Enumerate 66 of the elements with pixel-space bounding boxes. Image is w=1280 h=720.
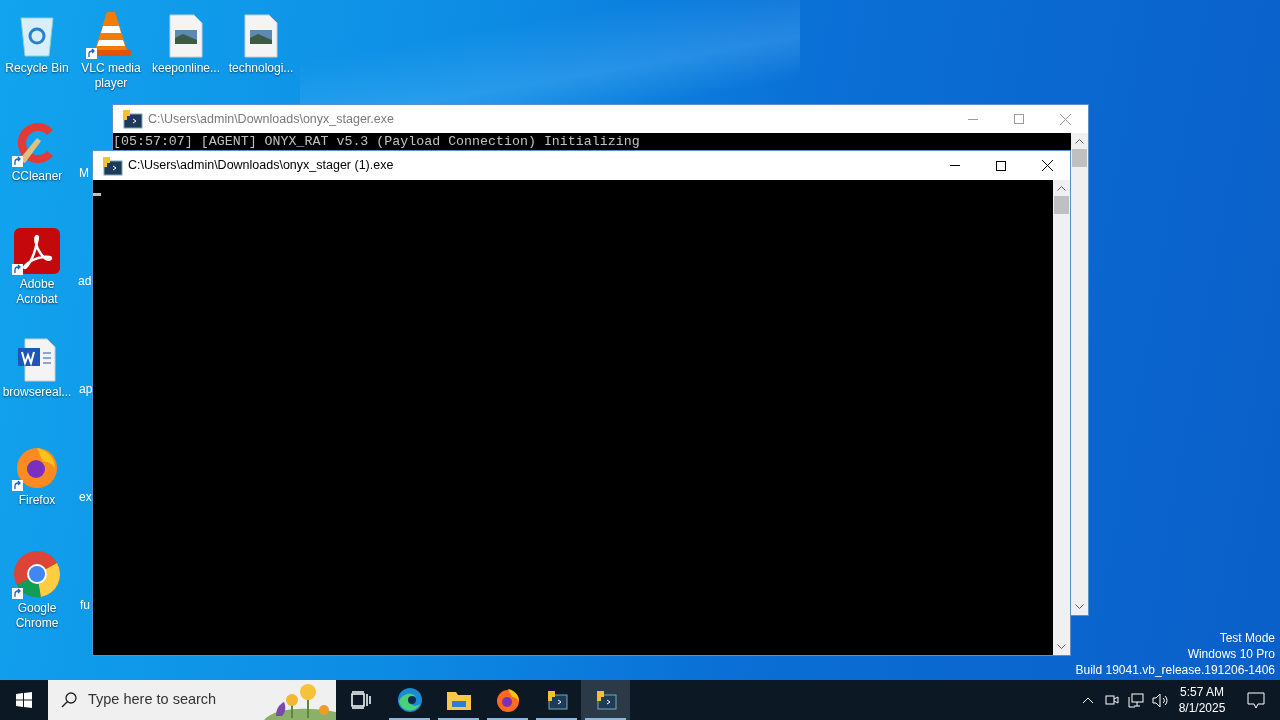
notification-icon <box>1247 691 1265 709</box>
desktop-icon-label: Adobe Acrobat <box>15 277 59 307</box>
chevron-up-icon <box>1082 696 1094 704</box>
window-title: C:\Users\admin\Downloads\onyx_stager.exe <box>148 110 394 128</box>
minimize-icon <box>950 165 960 166</box>
desktop-icon[interactable]: keeponline... <box>149 6 223 76</box>
image-file-icon <box>169 14 203 58</box>
image-file-icon <box>244 14 278 58</box>
search-icon <box>61 692 77 708</box>
camera-icon <box>1104 693 1120 707</box>
desktop-icon-label: Recycle Bin <box>4 61 70 76</box>
desktop-icon-label: ad <box>78 274 92 289</box>
speaker-icon <box>1151 692 1169 708</box>
desktop-icon-label: ex <box>79 490 92 505</box>
edge-icon <box>396 687 423 713</box>
maximize-icon <box>996 160 1006 171</box>
firefox-icon <box>494 687 521 713</box>
scroll-thumb[interactable] <box>1072 149 1087 167</box>
clock[interactable]: 5:57 AM 8/1/2025 <box>1172 680 1232 720</box>
acrobat-icon <box>14 228 60 274</box>
scroll-down-icon <box>1057 644 1066 650</box>
desktop-icon-label: CCleaner <box>10 169 64 184</box>
desktop-icon[interactable]: browsereal... <box>0 330 74 400</box>
desktop-icon[interactable]: Recycle Bin <box>0 6 74 76</box>
network-icon <box>1128 692 1144 708</box>
scroll-up-icon <box>1075 138 1084 144</box>
desktop-icon-label: Firefox <box>17 493 57 508</box>
console-app-icon <box>101 154 123 177</box>
desktop-icon[interactable]: Google Chrome <box>0 546 74 631</box>
scroll-down-icon <box>1075 604 1084 610</box>
desktop-icon-label: keeponline... <box>150 61 222 76</box>
console-app-icon <box>594 689 617 711</box>
close-icon <box>1059 113 1071 125</box>
search-placeholder: Type here to search <box>88 690 217 710</box>
desktop-icon-label: fu <box>80 598 90 613</box>
edition-text: Test Mode <box>1219 630 1275 646</box>
desktop-icon[interactable]: CCleaner <box>0 114 74 184</box>
desktop-icon-label: technologi... <box>227 61 295 76</box>
console-app-icon <box>545 689 568 711</box>
desktop-icon-label: M <box>79 166 89 181</box>
desktop-icon[interactable]: Adobe Acrobat <box>0 222 74 307</box>
edition-text: Windows 10 Pro <box>1187 646 1275 662</box>
desktop-icon-label: VLC media player <box>80 61 142 91</box>
scroll-thumb[interactable] <box>1054 196 1069 214</box>
taskbar-app-button[interactable] <box>581 680 630 720</box>
word-document-icon <box>17 338 57 382</box>
desktop-icon[interactable]: Firefox <box>0 438 74 508</box>
console-app-icon <box>121 108 143 130</box>
folder-icon <box>445 689 472 711</box>
task-view-icon <box>350 691 371 709</box>
minimize-icon <box>968 118 978 120</box>
console-line: [05:57:07] [AGENT] ONYX_RAT v5.3 (Payload Connection) Initializing <box>113 134 641 150</box>
search-field[interactable]: Type here to search <box>48 680 336 720</box>
chrome-icon <box>13 550 61 598</box>
desktop-icon[interactable]: technologi... <box>224 6 298 76</box>
maximize-icon <box>1014 114 1024 124</box>
edition-text: Build 19041.vb_release.191206-1406 <box>1075 662 1275 678</box>
window-title: C:\Users\admin\Downloads\onyx_stager (1).exe <box>128 157 394 175</box>
desktop-icon-label: browsereal... <box>1 385 73 400</box>
windows-logo-icon <box>16 692 32 708</box>
scroll-up-icon <box>1057 185 1066 191</box>
close-icon <box>1041 160 1053 171</box>
desktop-icon-label: ap <box>79 382 93 397</box>
desktop-icon[interactable]: VLC media player <box>74 6 148 91</box>
desktop-icon-label: Google Chrome <box>14 601 60 631</box>
recycle-bin-icon <box>17 14 57 58</box>
